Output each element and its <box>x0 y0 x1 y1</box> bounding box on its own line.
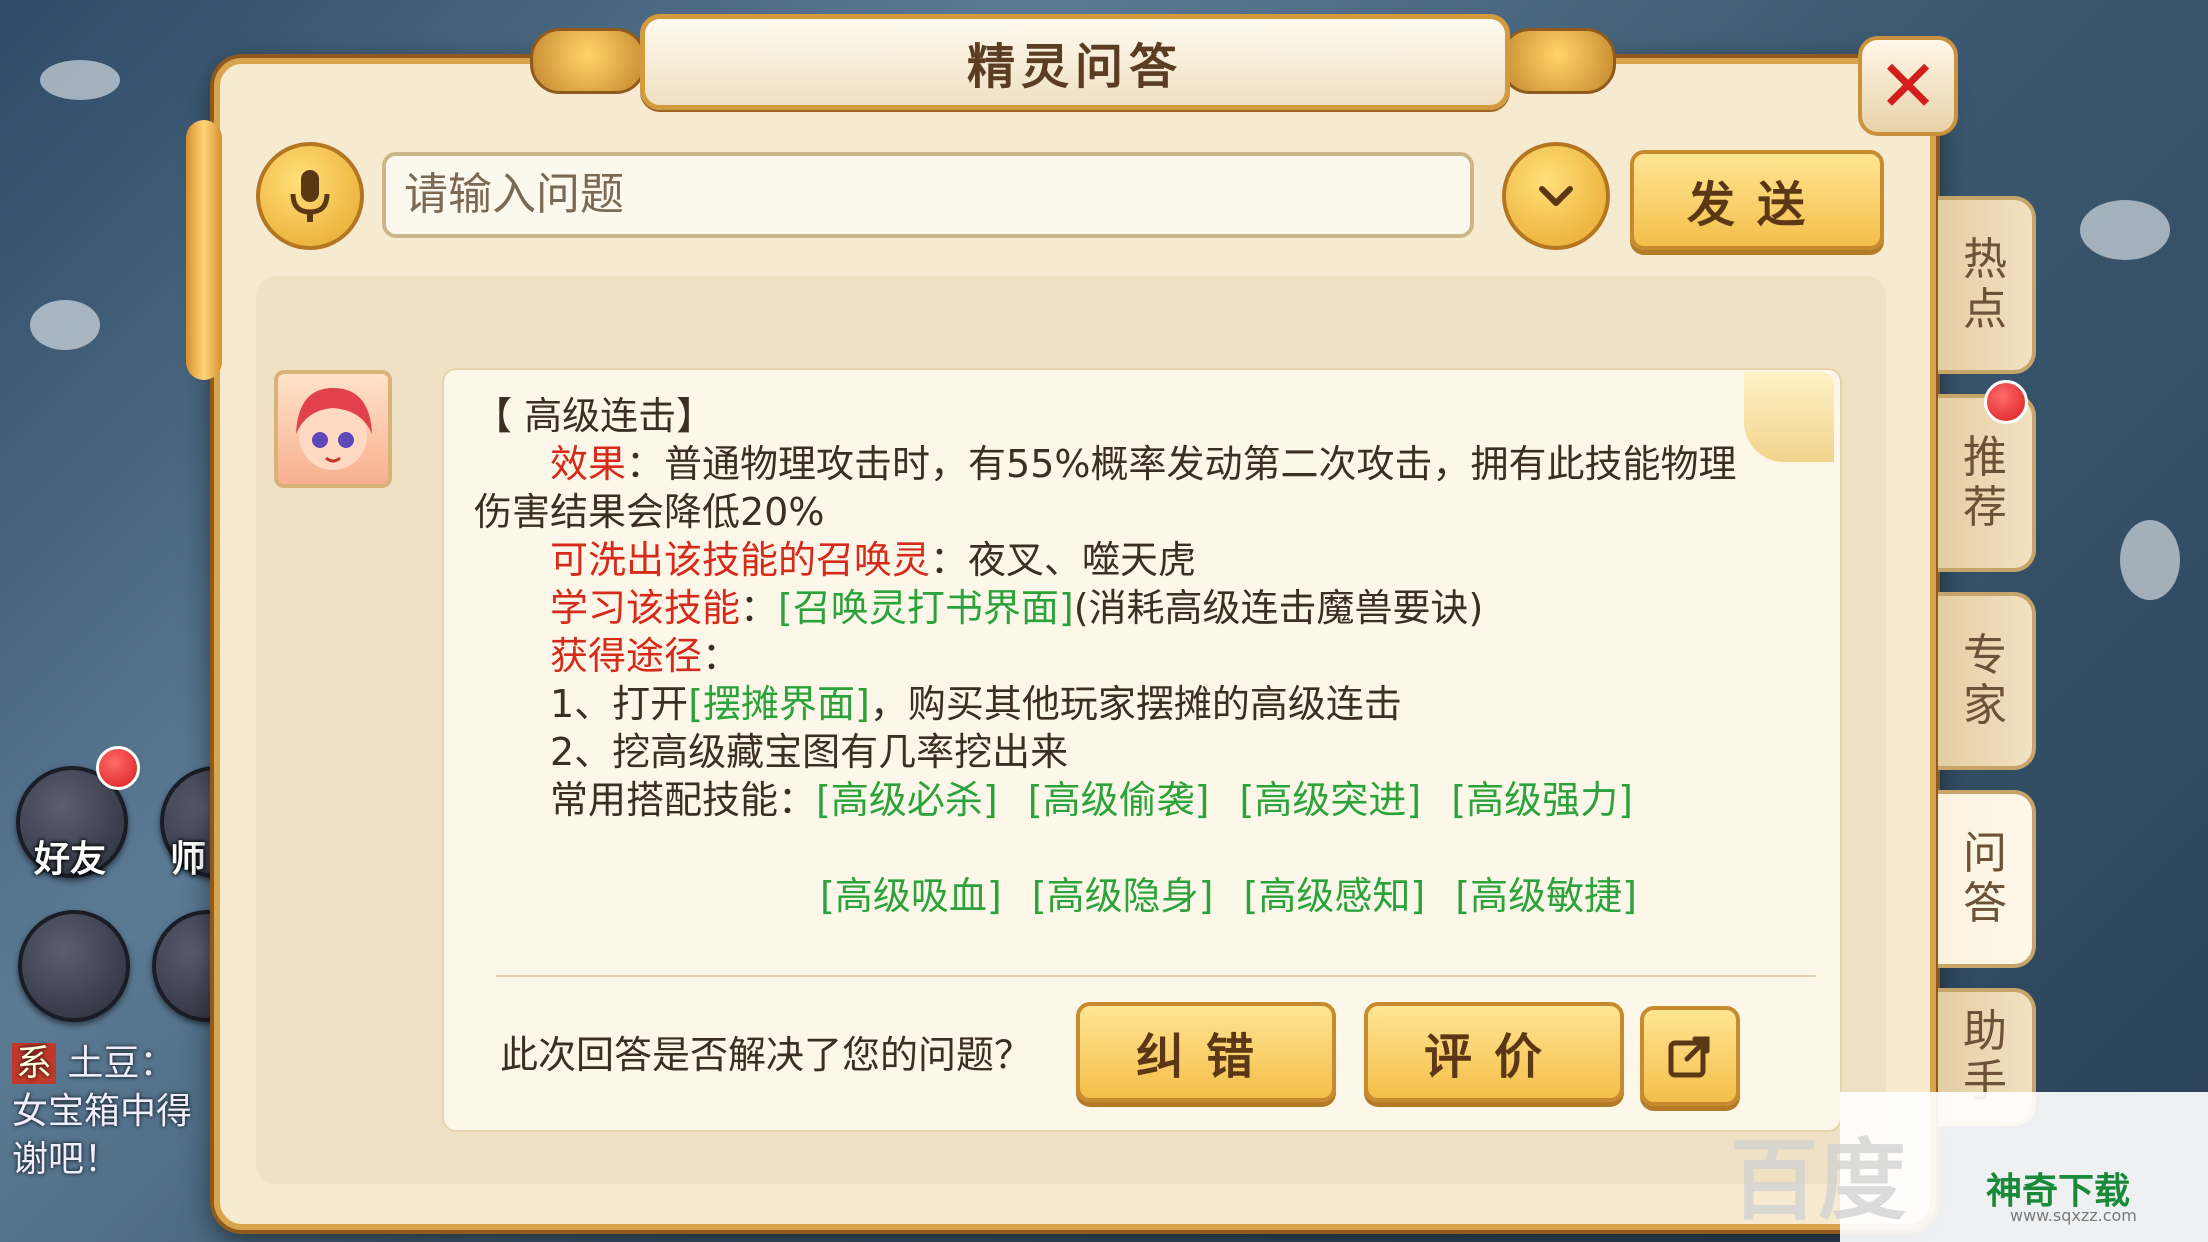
tab-label: 推荐 <box>1963 432 2007 533</box>
obtain-separator: ： <box>702 634 741 678</box>
skill-link[interactable]: [高级隐身] <box>1032 874 1214 918</box>
tab-expert[interactable]: 专家 <box>1938 592 2036 770</box>
notification-dot <box>96 746 140 790</box>
summon-label: 可洗出该技能的召唤灵 <box>550 538 931 582</box>
obtain-step-2: 2、挖高级藏宝图有几率挖出来 <box>550 730 1069 774</box>
skill-link[interactable]: [高级感知] <box>1244 874 1426 918</box>
tab-hot[interactable]: 热点 <box>1938 196 2036 374</box>
recommend-badge <box>1984 380 2028 424</box>
chat-feed: 系 土豆： 女宝箱中得 谢吧！ <box>12 1040 212 1184</box>
share-icon <box>1668 1036 1710 1078</box>
spirit-avatar <box>274 370 392 488</box>
tassel-ornament <box>186 120 222 380</box>
combo-label: 常用搭配技能： <box>550 778 817 822</box>
answer-body: 【 高级连击】 效果：普通物理攻击时，有55%概率发动第二次攻击，拥有此技能物理… <box>474 392 1814 920</box>
close-button[interactable]: ✕ <box>1858 36 1958 136</box>
baidu-watermark: 百度 <box>1730 1129 1907 1232</box>
skill-link[interactable]: [高级必杀] <box>816 778 998 822</box>
divider <box>496 975 1816 977</box>
answer-heading: 【 高级连击】 <box>474 394 715 438</box>
chat-channel-tag: 系 <box>12 1043 57 1084</box>
summon-text: ：夜叉、噬天虎 <box>930 538 1197 582</box>
summon-book-link[interactable]: [召唤灵打书界面] <box>778 586 1074 630</box>
chat-icon[interactable] <box>18 910 130 1022</box>
title-ornament-right <box>1500 28 1616 94</box>
skill-link[interactable]: [高级强力] <box>1451 778 1633 822</box>
dialog-title: 精灵问答 <box>966 39 1183 95</box>
question-input[interactable] <box>382 152 1474 238</box>
close-icon: ✕ <box>1877 44 1939 128</box>
chat-line: 谢吧！ <box>12 1139 121 1180</box>
tab-label: 问答 <box>1963 828 2007 929</box>
effect-text-continued: 伤害结果会降低20% <box>474 490 825 534</box>
skill-link[interactable]: [高级敏捷] <box>1455 874 1637 918</box>
learn-separator: ： <box>740 586 779 630</box>
chevron-down-icon <box>1539 186 1573 206</box>
microphone-button[interactable] <box>256 142 364 250</box>
chat-sender: 土豆： <box>67 1043 176 1084</box>
effect-text: ：普通物理攻击时，有55%概率发动第二次攻击，拥有此技能物理 <box>626 442 1737 486</box>
skill-link[interactable]: [高级突进] <box>1240 778 1422 822</box>
feedback-question: 此次回答是否解决了您的问题？ <box>500 1033 1033 1077</box>
tab-qa[interactable]: 问答 <box>1938 790 2036 968</box>
master-label: 师 <box>170 839 207 880</box>
stall-link[interactable]: [摆摊界面] <box>688 682 870 726</box>
obtain-label: 获得途径 <box>550 634 703 678</box>
obtain-step-1-prefix: 1、打开 <box>550 682 689 726</box>
effect-label: 效果 <box>550 442 627 486</box>
history-dropdown-button[interactable] <box>1502 142 1610 250</box>
title-ornament-left <box>530 28 646 94</box>
share-button[interactable] <box>1640 1006 1740 1106</box>
rate-button[interactable]: 评价 <box>1364 1002 1624 1102</box>
microphone-icon <box>290 170 330 222</box>
tab-label: 专家 <box>1963 630 2007 731</box>
friends-label: 好友 <box>34 839 107 880</box>
skill-link[interactable]: [高级吸血] <box>820 874 1002 918</box>
learn-label: 学习该技能 <box>550 586 741 630</box>
tab-recommend[interactable]: 推荐 <box>1938 394 2036 572</box>
answer-card: 【 高级连击】 效果：普通物理攻击时，有55%概率发动第二次攻击，拥有此技能物理… <box>442 368 1842 1132</box>
dialog-title-bar: 精灵问答 <box>640 14 1510 110</box>
chat-line: 女宝箱中得 <box>12 1091 193 1132</box>
correct-error-button[interactable]: 纠错 <box>1076 1002 1336 1102</box>
skill-link[interactable]: [高级偷袭] <box>1028 778 1210 822</box>
learn-text: (消耗高级连击魔兽要诀) <box>1073 586 1484 630</box>
tab-label: 热点 <box>1963 234 2007 335</box>
brand-url: www.sqxzz.com <box>2010 1206 2137 1225</box>
obtain-step-1-text: ，购买其他玩家摆摊的高级连击 <box>869 682 1402 726</box>
send-button[interactable]: 发送 <box>1630 150 1884 250</box>
